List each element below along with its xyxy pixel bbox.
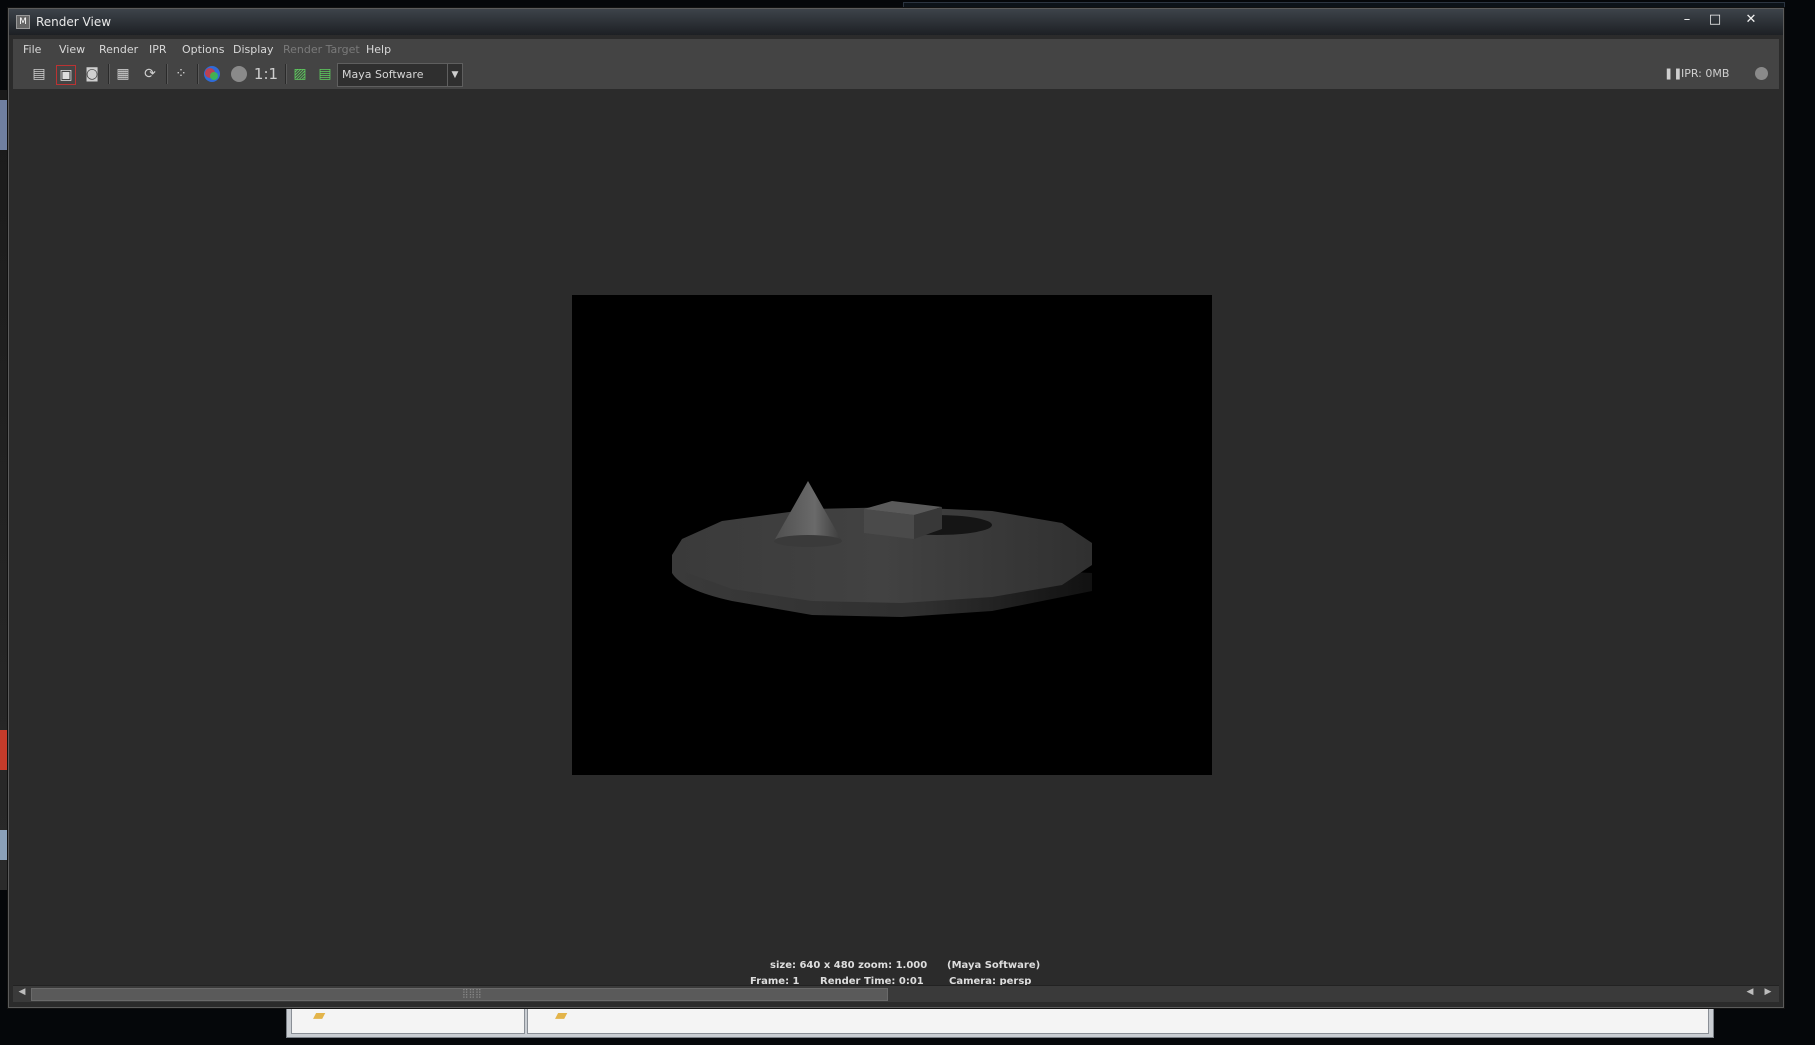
ipr-status-indicator — [1755, 67, 1768, 80]
menu-ipr[interactable]: IPR — [149, 43, 167, 56]
horizontal-scrollbar[interactable]: ◀ ⣿⣿⣿ ◀ ▶ — [13, 985, 1779, 1002]
window-title: Render View — [36, 15, 112, 29]
toolbar-divider — [166, 64, 168, 84]
rgb-channels-icon[interactable] — [203, 65, 221, 83]
snapshot-icon[interactable]: ◙ — [83, 65, 101, 83]
scroll-right-arrow[interactable]: ▶ — [1761, 987, 1775, 997]
render-viewport[interactable]: size: 640 x 480 zoom: 1.000 (Maya Softwa… — [13, 89, 1779, 987]
title-bar[interactable]: M Render View – □ ✕ — [9, 9, 1783, 35]
toolbar-divider — [285, 64, 287, 84]
menu-file[interactable]: File — [23, 43, 41, 56]
toolbar-divider — [197, 64, 199, 84]
menu-display[interactable]: Display — [233, 43, 274, 56]
redo-previous-render-icon[interactable]: ▤ — [30, 65, 48, 83]
render-region-icon[interactable]: ▦ — [114, 65, 132, 83]
maya-app-icon[interactable]: M — [16, 15, 30, 29]
rendered-image — [572, 295, 1212, 775]
remove-image-icon[interactable]: ▤ — [316, 65, 334, 83]
renderer-dropdown[interactable]: Maya Software ▼ — [337, 63, 463, 87]
close-button[interactable]: ✕ — [1738, 11, 1764, 29]
menu-render[interactable]: Render — [99, 43, 138, 56]
maximize-button[interactable]: □ — [1702, 11, 1728, 29]
menu-help[interactable]: Help — [366, 43, 391, 56]
scroll-left-arrow-end[interactable]: ◀ — [1743, 987, 1757, 997]
refresh-ipr-icon[interactable]: ⟳ — [141, 65, 159, 83]
real-size-button[interactable]: 1:1 — [253, 65, 279, 83]
select-tuning-region-icon[interactable]: ⁘ — [172, 65, 190, 83]
chevron-down-icon[interactable]: ▼ — [447, 64, 462, 86]
toolbar: ▤ ▣ ◙ ▦ ⟳ ⁘ 1:1 ▨ ▤ Maya Software ▼ ❚❚ I… — [13, 59, 1779, 89]
ipr-render-icon[interactable]: ▣ — [56, 65, 76, 85]
minimize-button[interactable]: – — [1674, 11, 1700, 29]
pause-ipr-icon[interactable]: ❚❚ — [1664, 67, 1682, 80]
render-scene — [672, 481, 1092, 617]
keep-image-icon[interactable]: ▨ — [291, 65, 309, 83]
alpha-channel-icon[interactable] — [230, 65, 248, 83]
toolbar-divider — [108, 64, 110, 84]
render-view-window: M Render View – □ ✕ File View Render IPR… — [8, 8, 1784, 1008]
scrollbar-grip: ⣿⣿⣿ — [462, 989, 482, 999]
renderer-info: (Maya Software) — [947, 960, 1041, 971]
menu-render-target: Render Target — [283, 43, 360, 56]
scroll-left-arrow[interactable]: ◀ — [15, 987, 29, 997]
menu-options[interactable]: Options — [182, 43, 224, 56]
scrollbar-thumb[interactable]: ⣿⣿⣿ — [31, 988, 888, 1001]
ipr-memory-status: IPR: 0MB — [1681, 67, 1730, 80]
renderer-value: Maya Software — [342, 68, 424, 81]
menu-view[interactable]: View — [59, 43, 85, 56]
menu-bar: File View Render IPR Options Display Ren… — [13, 39, 1779, 59]
